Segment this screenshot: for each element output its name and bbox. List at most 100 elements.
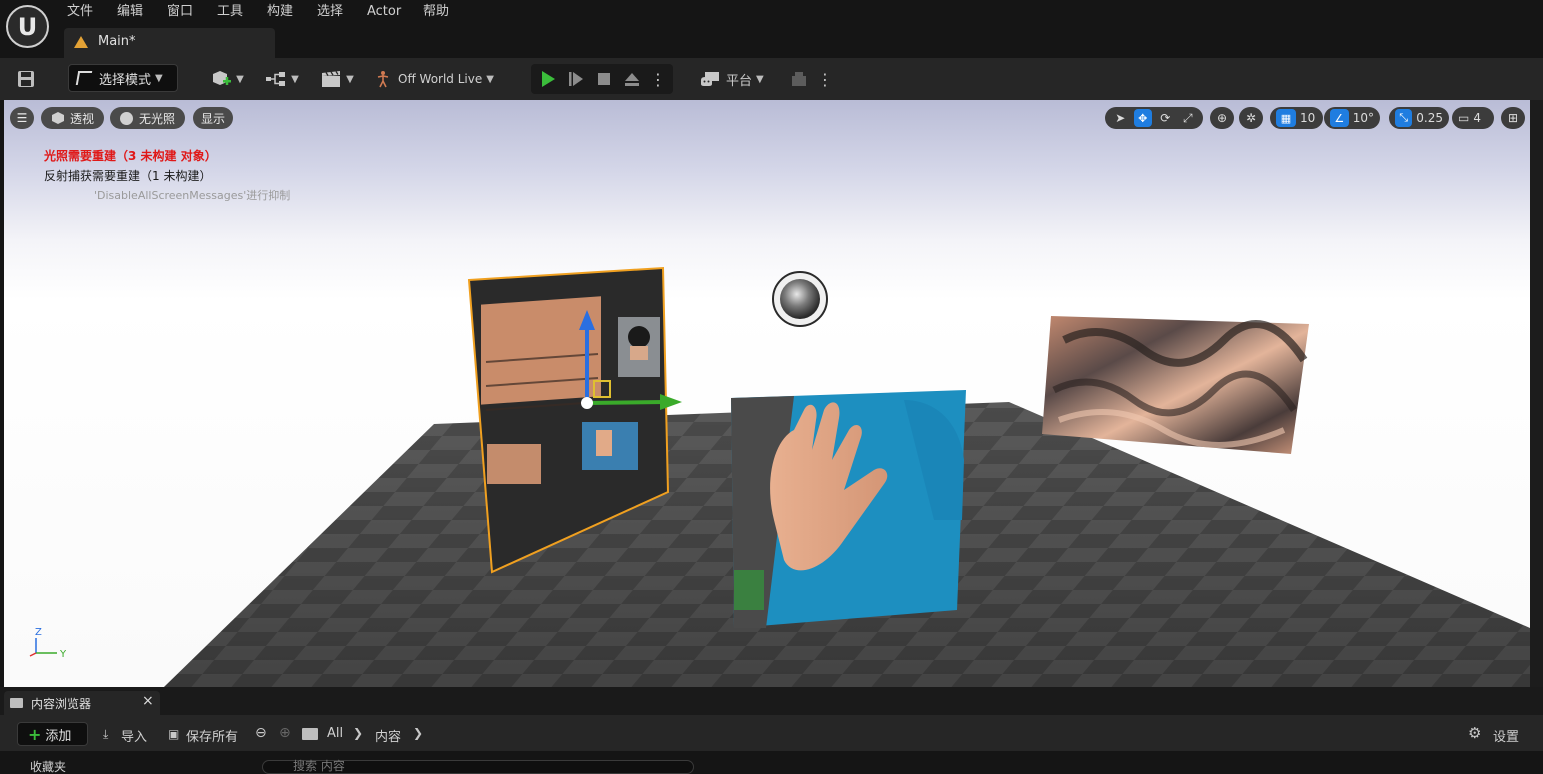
- chevron-down-icon: ▼: [291, 73, 299, 85]
- transform-tools: ➤ ✥ ⟳ ⤢: [1105, 107, 1203, 129]
- select-tool-icon[interactable]: ➤: [1111, 111, 1130, 125]
- globe-icon: ⊕: [1216, 111, 1228, 125]
- eject-button[interactable]: [621, 68, 643, 90]
- reflection-capture-sphere[interactable]: [772, 271, 828, 327]
- world-local-toggle[interactable]: ⊕: [1210, 107, 1234, 129]
- menu-actor[interactable]: Actor: [367, 2, 401, 22]
- translate-tool-icon[interactable]: ✥: [1133, 109, 1152, 127]
- rotation-snap-control[interactable]: ∠ 10°: [1324, 107, 1380, 129]
- video-cube[interactable]: [731, 390, 966, 628]
- scale-snap-value: 0.25: [1416, 111, 1443, 125]
- menu-edit[interactable]: 编辑: [117, 2, 143, 22]
- camera-speed-control[interactable]: ▭ 4: [1452, 107, 1494, 129]
- blueprint-icon: [266, 72, 286, 86]
- step-button[interactable]: [565, 68, 587, 90]
- grid-snap-control[interactable]: ▦ 10: [1270, 107, 1323, 129]
- source-control-icon[interactable]: [788, 68, 810, 90]
- platforms-icon: [701, 72, 719, 86]
- level-viewport[interactable]: ☰ 透视 无光照 显示 ➤ ✥ ⟳ ⤢ ⊕ ✲ ▦ 10 ∠ 10° ⤡ 0.2…: [4, 100, 1530, 687]
- axis-indicator: [29, 638, 57, 657]
- platform-dropdown[interactable]: 平台 ▼: [700, 66, 768, 92]
- menu-help[interactable]: 帮助: [423, 2, 449, 22]
- world-select-dropdown[interactable]: Off World Live ▼: [374, 66, 498, 92]
- chevron-down-icon: ▼: [486, 73, 494, 85]
- play-controls: ⋮: [531, 64, 673, 94]
- viewport-layout-button[interactable]: ⊞: [1501, 107, 1525, 129]
- rotate-tool-icon[interactable]: ⟳: [1156, 111, 1175, 125]
- content-browser-icon: [10, 698, 23, 708]
- lighting-rebuild-message: 光照需要重建（3 未构建 对象）: [44, 149, 217, 163]
- content-browser-tab[interactable]: 内容浏览器 ×: [4, 691, 160, 715]
- select-mode-icon: [75, 71, 93, 85]
- show-label: 显示: [201, 111, 226, 126]
- menu-window[interactable]: 窗口: [167, 2, 193, 22]
- view-mode-button[interactable]: 无光照: [110, 107, 185, 129]
- add-button[interactable]: + 添加: [17, 722, 88, 746]
- main-toolbar: 选择模式 ▼ ▼ ▼ ▼ Off World Live ▼ ⋮ 平台 ▼ ⋮: [0, 58, 1543, 100]
- chevron-down-icon: ▼: [155, 72, 163, 84]
- scale-snap-icon: ⤡: [1395, 109, 1413, 127]
- scale-snap-control[interactable]: ⤡ 0.25: [1389, 107, 1449, 129]
- content-browser: 内容浏览器 × + 添加 ⤓ 导入 ▣ 保存所有 ⊖ ⊕ All ❯ 内容 ❯ …: [0, 687, 1543, 774]
- favorites-header[interactable]: 收藏夹: [30, 761, 66, 773]
- chevron-right-icon[interactable]: ❯: [413, 726, 423, 740]
- details-panel-edge: [1530, 100, 1543, 687]
- history-back-icon[interactable]: ⊖: [255, 725, 267, 741]
- show-flags-button[interactable]: 显示: [193, 107, 233, 129]
- viewport-menu-button[interactable]: ☰: [10, 107, 34, 129]
- toolbar-more-icon[interactable]: ⋮: [817, 68, 833, 90]
- layout-grid-icon: ⊞: [1507, 111, 1519, 125]
- play-options-icon[interactable]: ⋮: [650, 68, 666, 90]
- warped-media-plane[interactable]: [1042, 316, 1309, 454]
- angle-snap-icon: ∠: [1330, 109, 1349, 127]
- plus-icon: +: [28, 724, 42, 744]
- path-content[interactable]: 内容: [375, 726, 401, 745]
- clapperboard-icon: [322, 71, 341, 87]
- camera-icon: ▭: [1458, 111, 1470, 125]
- menu-build[interactable]: 构建: [267, 2, 293, 22]
- menu-bar: U 文件 编辑 窗口 工具 构建 选择 Actor 帮助 Main*: [0, 0, 1543, 58]
- mode-select-dropdown[interactable]: 选择模式 ▼: [68, 64, 178, 92]
- content-browser-body: [0, 751, 1543, 768]
- chevron-down-icon: ▼: [346, 73, 354, 85]
- mode-select-label: 选择模式: [99, 72, 152, 88]
- scale-tool-icon[interactable]: ⤢: [1179, 111, 1198, 126]
- axis-y-label: Y: [60, 649, 67, 660]
- save-all-button[interactable]: 保存所有: [186, 726, 238, 745]
- path-all[interactable]: All: [327, 726, 343, 741]
- search-input[interactable]: 搜索 内容: [262, 760, 694, 774]
- folder-icon[interactable]: [302, 728, 318, 740]
- level-tab[interactable]: Main*: [64, 28, 275, 58]
- blueprint-button[interactable]: ▼: [262, 66, 302, 92]
- add-actor-button[interactable]: ▼: [207, 66, 247, 92]
- surface-snap-toggle[interactable]: ✲: [1239, 107, 1263, 129]
- unreal-logo-icon[interactable]: U: [6, 5, 49, 48]
- level-tab-label: Main*: [98, 34, 136, 49]
- history-forward-icon[interactable]: ⊕: [279, 725, 291, 741]
- play-icon: [542, 71, 555, 87]
- cinematics-button[interactable]: ▼: [317, 66, 357, 92]
- surface-snap-icon: ✲: [1245, 111, 1257, 125]
- reflection-rebuild-message: 反射捕获需要重建（1 未构建）: [44, 169, 212, 183]
- import-icon: ⤓: [103, 727, 109, 741]
- grid-snap-value: 10: [1300, 111, 1316, 125]
- import-button[interactable]: 导入: [121, 726, 147, 745]
- save-icon[interactable]: [14, 67, 38, 91]
- menu-file[interactable]: 文件: [67, 2, 93, 22]
- save-all-icon: ▣: [168, 727, 180, 741]
- perspective-label: 透视: [69, 111, 94, 126]
- platform-label: 平台: [726, 73, 753, 89]
- step-forward-icon: [569, 72, 583, 86]
- perspective-button[interactable]: 透视: [41, 107, 104, 129]
- chevron-down-icon: ▼: [236, 73, 244, 85]
- stop-icon: [598, 73, 610, 85]
- stop-button[interactable]: [593, 68, 615, 90]
- menu-tools[interactable]: 工具: [217, 2, 243, 22]
- close-icon[interactable]: ×: [142, 693, 154, 709]
- settings-button[interactable]: 设置: [1493, 726, 1519, 745]
- play-button[interactable]: [537, 68, 559, 90]
- lighting-mode-label: 无光照: [138, 111, 175, 126]
- eject-icon: [625, 73, 639, 86]
- add-label: 添加: [45, 728, 72, 744]
- menu-select[interactable]: 选择: [317, 2, 343, 22]
